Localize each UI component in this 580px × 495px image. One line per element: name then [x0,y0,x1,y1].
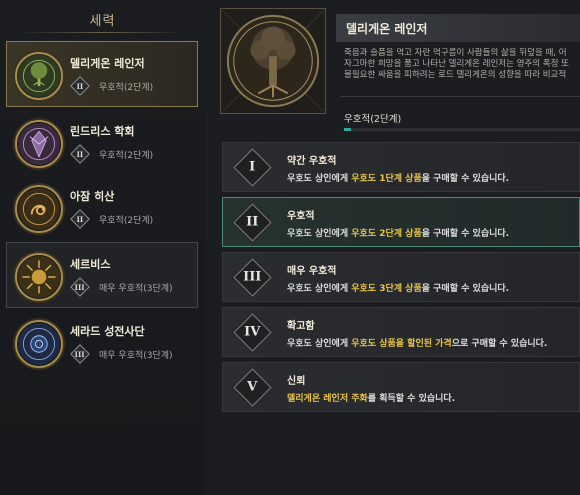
faction-name: 세라드 성전사단 [70,325,145,338]
faction-tree-emblem-icon [220,8,326,114]
faction-rank: 매우 우호적(3단계) [99,283,173,294]
reputation-progress-bar [344,128,580,131]
tier-row-2: II 우호적 우호도 상인에게 우호도 2단계 상품을 구매할 수 있습니다. [222,197,580,247]
faction-name: 델리게온 레인저 [70,57,145,70]
faction-description: 죽음과 슬픔을 먹고 자란 먹구름이 사람들의 삶을 뒤덮을 때, 어 자그마한… [344,48,569,80]
divider [340,96,580,97]
faction-rank: 우호적(2단계) [99,82,154,93]
faction-item-lindris-academy[interactable]: 린드리스 학회 II 우호적(2단계) [6,109,198,175]
tier-description: 델리게온 레인저 주화를 획득할 수 있습니다. [287,394,456,404]
faction-rank: 매우 우호적(3단계) [99,350,173,361]
faction-list-panel: 세력 델리게온 레인저 II 우호적(2단계) 린드리스 학회 II 우호적(2… [0,0,205,495]
tier-row-5: V 신뢰 델리게온 레인저 주화를 획득할 수 있습니다. [222,362,580,412]
crest-emblem-icon [15,120,63,168]
tree-emblem-icon [15,52,63,100]
current-rank-label: 우호적(2단계) [344,114,402,125]
tier-row-4: IV 확고함 우호도 상인에게 우호도 상품을 할인된 가격으로 구매할 수 있… [222,307,580,357]
tier-diamond-icon: III [233,258,272,297]
faction-rank: 우호적(2단계) [99,150,154,161]
tier-diamond-icon: I [233,148,272,187]
rank-diamond-icon: II [70,209,90,229]
rose-emblem-icon [15,320,63,368]
tier-name: 매우 우호적 [287,266,337,277]
rank-diamond-icon: III [70,344,90,364]
faction-item-deligeon-ranger[interactable]: 델리게온 레인저 II 우호적(2단계) [6,41,198,107]
faction-item-azam-hisan[interactable]: 아잠 히산 II 우호적(2단계) [6,174,198,240]
tier-description: 우호도 상인에게 우호도 1단계 상품을 구매할 수 있습니다. [287,174,510,184]
title-divider [20,32,185,33]
faction-name: 세르비스 [70,258,111,271]
tier-name: 약간 우호적 [287,156,337,167]
faction-title: 델리게온 레인저 [346,22,428,36]
serpent-emblem-icon [15,185,63,233]
faction-rank: 우호적(2단계) [99,215,154,226]
rank-diamond-icon: III [70,277,90,297]
faction-name: 린드리스 학회 [70,125,135,138]
tier-diamond-icon: II [233,203,272,242]
faction-name: 아잠 히산 [70,190,115,203]
reputation-progress-fill [344,128,352,131]
faction-item-serad-crusaders[interactable]: 세라드 성전사단 III 매우 우호적(3단계) [6,309,198,375]
tier-name: 우호적 [287,211,315,222]
faction-item-servis[interactable]: 세르비스 III 매우 우호적(3단계) [6,242,198,308]
rank-diamond-icon: II [70,76,90,96]
tier-diamond-icon: IV [233,313,272,352]
faction-header: 델리게온 레인저 [336,14,580,42]
tier-description: 우호도 상인에게 우호도 상품을 할인된 가격으로 구매할 수 있습니다. [287,339,548,349]
faction-list-title: 세력 [89,14,116,29]
tier-diamond-icon: V [233,368,272,407]
tier-description: 우호도 상인에게 우호도 2단계 상품을 구매할 수 있습니다. [287,229,510,239]
tier-name: 신뢰 [287,376,306,387]
tier-row-1: I 약간 우호적 우호도 상인에게 우호도 1단계 상품을 구매할 수 있습니다… [222,142,580,192]
sun-emblem-icon [15,253,63,301]
tier-row-3: III 매우 우호적 우호도 상인에게 우호도 3단계 상품을 구매할 수 있습… [222,252,580,302]
tier-name: 확고함 [287,321,315,332]
tier-description: 우호도 상인에게 우호도 3단계 상품을 구매할 수 있습니다. [287,284,510,294]
rank-diamond-icon: II [70,144,90,164]
